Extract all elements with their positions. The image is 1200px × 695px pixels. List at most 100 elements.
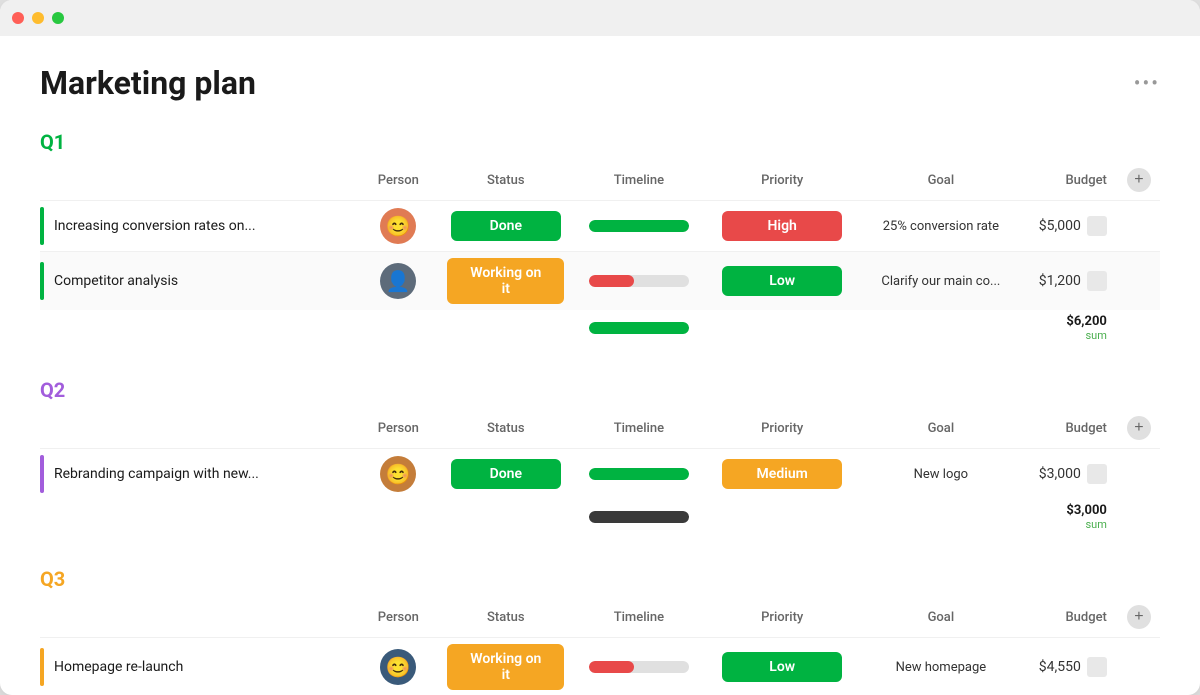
- left-border: [40, 648, 44, 686]
- avatar: 😊: [380, 456, 416, 492]
- timeline-bar: [589, 661, 689, 673]
- timeline-bar: [589, 220, 689, 232]
- priority-cell[interactable]: Medium: [705, 449, 859, 500]
- budget-input-placeholder[interactable]: [1087, 657, 1107, 677]
- budget-cell: $1,200: [1023, 252, 1115, 311]
- q1-col-person: Person: [357, 164, 439, 201]
- q3-col-person: Person: [357, 601, 439, 638]
- sum-label: sum: [1031, 329, 1107, 342]
- left-border: [40, 207, 44, 245]
- priority-badge[interactable]: Low: [722, 266, 842, 296]
- budget-input-placeholder[interactable]: [1087, 464, 1107, 484]
- timeline-cell: [572, 252, 705, 311]
- priority-badge[interactable]: High: [722, 211, 842, 241]
- status-badge[interactable]: Working on it: [447, 644, 564, 690]
- avatar: 😊: [380, 649, 416, 685]
- budget-cell: $5,000: [1023, 201, 1115, 252]
- left-border: [40, 262, 44, 300]
- budget-value: $1,200: [1039, 273, 1081, 289]
- sum-label: sum: [1031, 518, 1107, 531]
- sum-row: $3,000sum: [40, 499, 1160, 535]
- priority-cell[interactable]: Low: [705, 638, 859, 695]
- q2-table: PersonStatusTimelinePriorityGoalBudget+R…: [40, 412, 1160, 535]
- q3-col-goal: Goal: [859, 601, 1023, 638]
- person-cell: 😊: [357, 449, 439, 500]
- close-dot[interactable]: [12, 12, 24, 24]
- q1-col-priority: Priority: [705, 164, 859, 201]
- goal-text: 25% conversion rate: [859, 201, 1023, 252]
- q1-col-budget: Budget: [1023, 164, 1115, 201]
- priority-cell[interactable]: High: [705, 201, 859, 252]
- q2-col-person: Person: [357, 412, 439, 449]
- status-badge[interactable]: Done: [451, 211, 561, 241]
- q1-col-name: [40, 164, 357, 201]
- priority-cell[interactable]: Low: [705, 252, 859, 311]
- q1-col-status: Status: [439, 164, 572, 201]
- budget-cell: $4,550: [1023, 638, 1115, 695]
- q3-col-timeline: Timeline: [572, 601, 705, 638]
- goal-text: Clarify our main co...: [859, 252, 1023, 311]
- budget-value: $3,000: [1039, 466, 1081, 482]
- goal-text: New homepage: [859, 638, 1023, 695]
- task-name-cell: Rebranding campaign with new...: [40, 449, 357, 500]
- budget-cell: $3,000: [1023, 449, 1115, 500]
- more-options-icon[interactable]: •••: [1134, 71, 1160, 95]
- section-q3: Q3PersonStatusTimelinePriorityGoalBudget…: [40, 567, 1160, 695]
- q3-title: Q3: [40, 567, 1160, 591]
- q2-col-timeline: Timeline: [572, 412, 705, 449]
- q1-table: PersonStatusTimelinePriorityGoalBudget + I…: [40, 164, 1160, 346]
- task-name-text: Homepage re-launch: [54, 659, 183, 675]
- q2-col-status: Status: [439, 412, 572, 449]
- table-row: Competitor analysis 👤 Working on it Low Clar…: [40, 252, 1160, 311]
- budget-input-placeholder[interactable]: [1087, 271, 1107, 291]
- goal-text: New logo: [859, 449, 1023, 500]
- q1-col-goal: Goal: [859, 164, 1023, 201]
- sum-value: $6,200: [1031, 314, 1107, 329]
- q3-col-budget: Budget: [1023, 601, 1115, 638]
- q1-add-button[interactable]: +: [1127, 168, 1151, 192]
- sum-budget: $6,200sum: [1023, 310, 1115, 346]
- table-row: Increasing conversion rates on... 😊 Done Hi…: [40, 201, 1160, 252]
- minimize-dot[interactable]: [32, 12, 44, 24]
- table-row: Homepage re-launch 😊 Working on it Low New h…: [40, 638, 1160, 695]
- timeline-cell: [572, 449, 705, 500]
- page-header: Marketing plan •••: [40, 64, 1160, 102]
- timeline-bar: [589, 275, 689, 287]
- maximize-dot[interactable]: [52, 12, 64, 24]
- task-name-cell: Homepage re-launch: [40, 638, 357, 695]
- task-name-text: Rebranding campaign with new...: [54, 466, 259, 482]
- sum-row: $6,200sum: [40, 310, 1160, 346]
- person-cell: 😊: [357, 638, 439, 695]
- section-q2: Q2PersonStatusTimelinePriorityGoalBudget…: [40, 378, 1160, 535]
- q3-table: PersonStatusTimelinePriorityGoalBudget+H…: [40, 601, 1160, 695]
- q3-col-status: Status: [439, 601, 572, 638]
- q2-add-button[interactable]: +: [1127, 416, 1151, 440]
- q3-add-button[interactable]: +: [1127, 605, 1151, 629]
- left-border: [40, 455, 44, 493]
- status-cell[interactable]: Done: [439, 201, 572, 252]
- status-cell[interactable]: Done: [439, 449, 572, 500]
- priority-badge[interactable]: Medium: [722, 459, 842, 489]
- q3-col-name: [40, 601, 357, 638]
- main-content: Marketing plan ••• Q1PersonStatusTimelin…: [0, 36, 1200, 695]
- status-cell[interactable]: Working on it: [439, 638, 572, 695]
- app-window: Marketing plan ••• Q1PersonStatusTimelin…: [0, 0, 1200, 695]
- task-name-text: Increasing conversion rates on...: [54, 218, 256, 234]
- priority-badge[interactable]: Low: [722, 652, 842, 682]
- table-row: Rebranding campaign with new... 😊 Done Medi…: [40, 449, 1160, 500]
- budget-input-placeholder[interactable]: [1087, 216, 1107, 236]
- budget-value: $4,550: [1039, 659, 1081, 675]
- avatar: 😊: [380, 208, 416, 244]
- timeline-cell: [572, 201, 705, 252]
- status-cell[interactable]: Working on it: [439, 252, 572, 311]
- timeline-cell: [572, 638, 705, 695]
- q1-col-timeline: Timeline: [572, 164, 705, 201]
- status-badge[interactable]: Done: [451, 459, 561, 489]
- q2-col-priority: Priority: [705, 412, 859, 449]
- sum-budget: $3,000sum: [1023, 499, 1115, 535]
- sum-timeline: [572, 310, 705, 346]
- avatar: 👤: [380, 263, 416, 299]
- sum-value: $3,000: [1031, 503, 1107, 518]
- task-name-cell: Competitor analysis: [40, 252, 357, 311]
- status-badge[interactable]: Working on it: [447, 258, 564, 304]
